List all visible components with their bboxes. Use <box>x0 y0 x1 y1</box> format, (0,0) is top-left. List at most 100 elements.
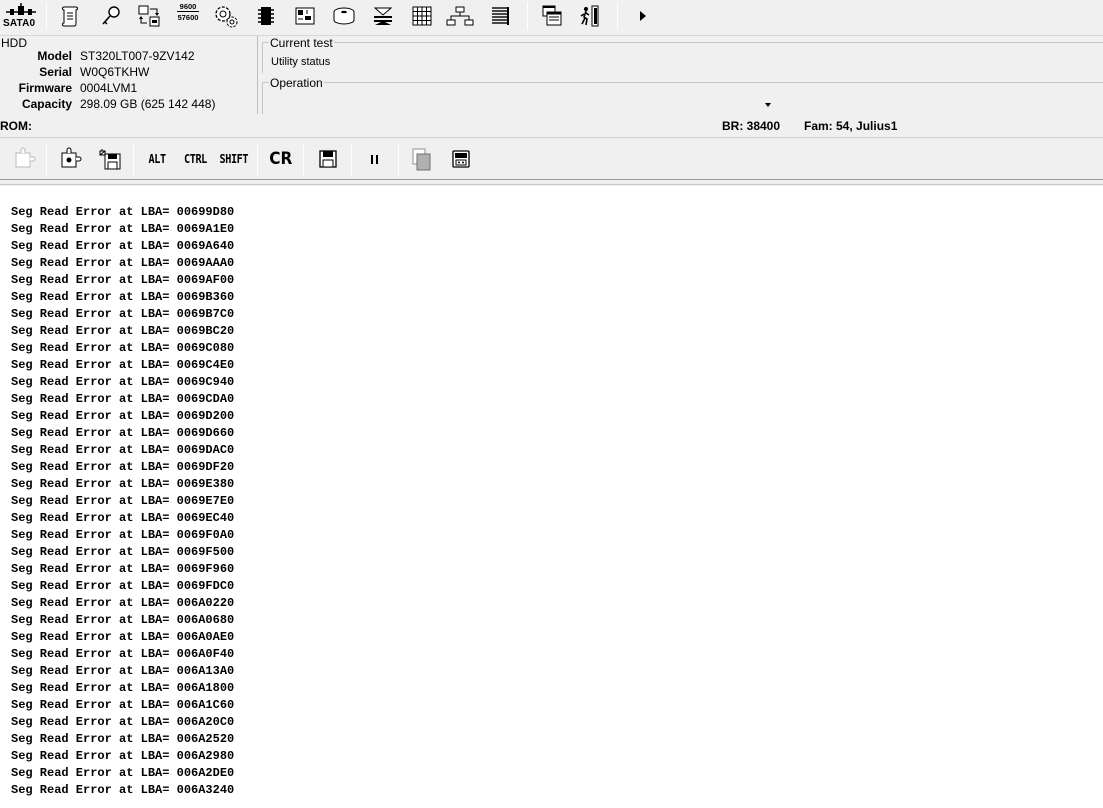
operation-group[interactable]: Operation <box>262 76 1103 114</box>
log-line: Seg Read Error at LBA= 00699D80 <box>11 205 235 219</box>
hdd-capacity-row: Capacity 298.09 GB (625 142 448) <box>0 97 258 113</box>
circuit-board-icon <box>295 7 315 25</box>
sata-connector-icon <box>6 3 36 15</box>
log-line: Seg Read Error at LBA= 0069F0A0 <box>11 528 235 542</box>
hierarchy-button[interactable] <box>445 2 475 30</box>
log-line: Seg Read Error at LBA= 0069D200 <box>11 409 235 423</box>
log-line: Seg Read Error at LBA= 006A0F40 <box>11 647 235 661</box>
heads-button[interactable] <box>368 2 398 30</box>
baud-rate-button[interactable]: 9600 57600 <box>174 2 202 28</box>
transfer-button[interactable] <box>134 2 164 30</box>
log-line: Seg Read Error at LBA= 0069D660 <box>11 426 235 440</box>
log-line: Seg Read Error at LBA= 006A0AE0 <box>11 630 235 644</box>
cr-key-button[interactable]: CR <box>264 144 298 174</box>
baud-divider <box>177 11 199 12</box>
log-line: Seg Read Error at LBA= 0069A1E0 <box>11 222 235 236</box>
floppy-plugin-icon <box>99 149 121 170</box>
copy-button[interactable] <box>406 144 436 174</box>
current-test-legend: Current test <box>269 36 334 50</box>
hierarchy-icon <box>446 6 474 26</box>
panel-splitter[interactable] <box>0 179 1103 185</box>
log-line: Seg Read Error at LBA= 0069DF20 <box>11 460 235 474</box>
log-line: Seg Read Error at LBA= 0069E7E0 <box>11 494 235 508</box>
log-line: Seg Read Error at LBA= 0069E380 <box>11 477 235 491</box>
baud-bottom-label: 57600 <box>177 13 199 22</box>
tape-device-icon <box>452 150 470 168</box>
toolbar-separator <box>303 144 304 176</box>
cascade-windows-icon <box>542 5 562 26</box>
hdd-model-label: Model <box>37 49 72 63</box>
gear-icon <box>215 6 238 28</box>
log-line: Seg Read Error at LBA= 006A0220 <box>11 596 235 610</box>
port-select-button[interactable]: SATA0 <box>2 2 40 32</box>
save-log-button[interactable] <box>313 144 343 174</box>
toolbar-separator <box>133 144 134 176</box>
exit-button[interactable] <box>575 2 605 30</box>
table-button[interactable] <box>407 2 437 30</box>
hdd-capacity-label: Capacity <box>21 97 72 111</box>
log-line: Seg Read Error at LBA= 006A1C60 <box>11 698 235 712</box>
shift-key-button[interactable]: SHIFT <box>215 144 253 174</box>
status-bar: ROM: BR: 38400 Fam: 54, Julius1 <box>0 116 1103 136</box>
operation-dropdown-icon[interactable] <box>765 103 771 107</box>
plugin-button[interactable] <box>56 144 86 174</box>
hdd-serial-label: Serial <box>39 65 72 79</box>
toolbar-separator <box>617 2 618 30</box>
hdd-title: HDD <box>1 36 27 50</box>
log-line: Seg Read Error at LBA= 006A20C0 <box>11 715 235 729</box>
heads-stack-icon <box>373 7 393 25</box>
info-panel: HDD Model ST320LT007-9ZV142 Serial W0Q6T… <box>0 36 1103 114</box>
toolbar-separator <box>527 2 528 30</box>
hdd-firmware-value: 0004LVM1 <box>80 81 138 95</box>
log-line: Seg Read Error at LBA= 006A2DE0 <box>11 766 235 780</box>
toolbar-separator <box>398 144 399 176</box>
settings-button[interactable] <box>211 2 241 30</box>
log-line: Seg Read Error at LBA= 006A3240 <box>11 783 235 797</box>
toolbar-separator <box>46 2 47 30</box>
log-line: Seg Read Error at LBA= 0069A640 <box>11 239 235 253</box>
key-button[interactable] <box>96 2 126 30</box>
hdd-serial-row: Serial W0Q6TKHW <box>0 65 258 81</box>
disabled-plugin-button[interactable] <box>10 144 40 174</box>
play-arrow-icon <box>640 11 646 21</box>
chip-button[interactable] <box>251 2 281 30</box>
terminal-toolbar: ALT CTRL SHIFT CR <box>0 137 1103 179</box>
port-label: SATA0 <box>3 18 36 29</box>
log-line: Seg Read Error at LBA= 006A2520 <box>11 732 235 746</box>
key-icon <box>102 6 120 25</box>
log-line: Seg Read Error at LBA= 0069B7C0 <box>11 307 235 321</box>
toolbar-separator <box>257 144 258 176</box>
family-status: Fam: 54, Julius1 <box>804 119 898 133</box>
run-button[interactable] <box>628 2 658 30</box>
hdd-capacity-value: 298.09 GB (625 142 448) <box>80 97 216 111</box>
log-line: Seg Read Error at LBA= 0069BC20 <box>11 324 235 338</box>
log-line: Seg Read Error at LBA= 0069B360 <box>11 290 235 304</box>
shift-key-label: SHIFT <box>219 152 249 166</box>
toolbar-separator <box>351 144 352 176</box>
cr-key-label: CR <box>269 149 293 169</box>
hdd-firmware-label: Firmware <box>18 81 72 95</box>
list-button[interactable] <box>485 2 515 30</box>
capture-button[interactable] <box>446 144 476 174</box>
ctrl-key-button[interactable]: CTRL <box>178 144 212 174</box>
windows-button[interactable] <box>537 2 567 30</box>
rom-label: ROM: <box>0 119 32 133</box>
current-test-group: Current test Utility status <box>262 36 1103 73</box>
disk-button[interactable] <box>329 2 359 30</box>
exit-door-icon <box>580 5 599 27</box>
hdd-info: HDD Model ST320LT007-9ZV142 Serial W0Q6T… <box>0 36 258 114</box>
pause-button[interactable] <box>360 144 390 174</box>
log-output[interactable]: Seg Read Error at LBA= 00699D80 Seg Read … <box>0 186 1103 808</box>
scroll-log-button[interactable] <box>56 2 86 30</box>
alt-key-button[interactable]: ALT <box>142 144 172 174</box>
save-plugin-button[interactable] <box>95 144 125 174</box>
baud-top-label: 9600 <box>179 2 197 11</box>
log-line: Seg Read Error at LBA= 0069F960 <box>11 562 235 576</box>
log-line: Seg Read Error at LBA= 0069CDA0 <box>11 392 235 406</box>
hdd-firmware-row: Firmware 0004LVM1 <box>0 81 258 97</box>
board-button[interactable] <box>290 2 320 30</box>
log-line: Seg Read Error at LBA= 0069C4E0 <box>11 358 235 372</box>
log-line: Seg Read Error at LBA= 0069FDC0 <box>11 579 235 593</box>
puzzle-icon <box>61 147 82 168</box>
log-line: Seg Read Error at LBA= 0069AF00 <box>11 273 235 287</box>
